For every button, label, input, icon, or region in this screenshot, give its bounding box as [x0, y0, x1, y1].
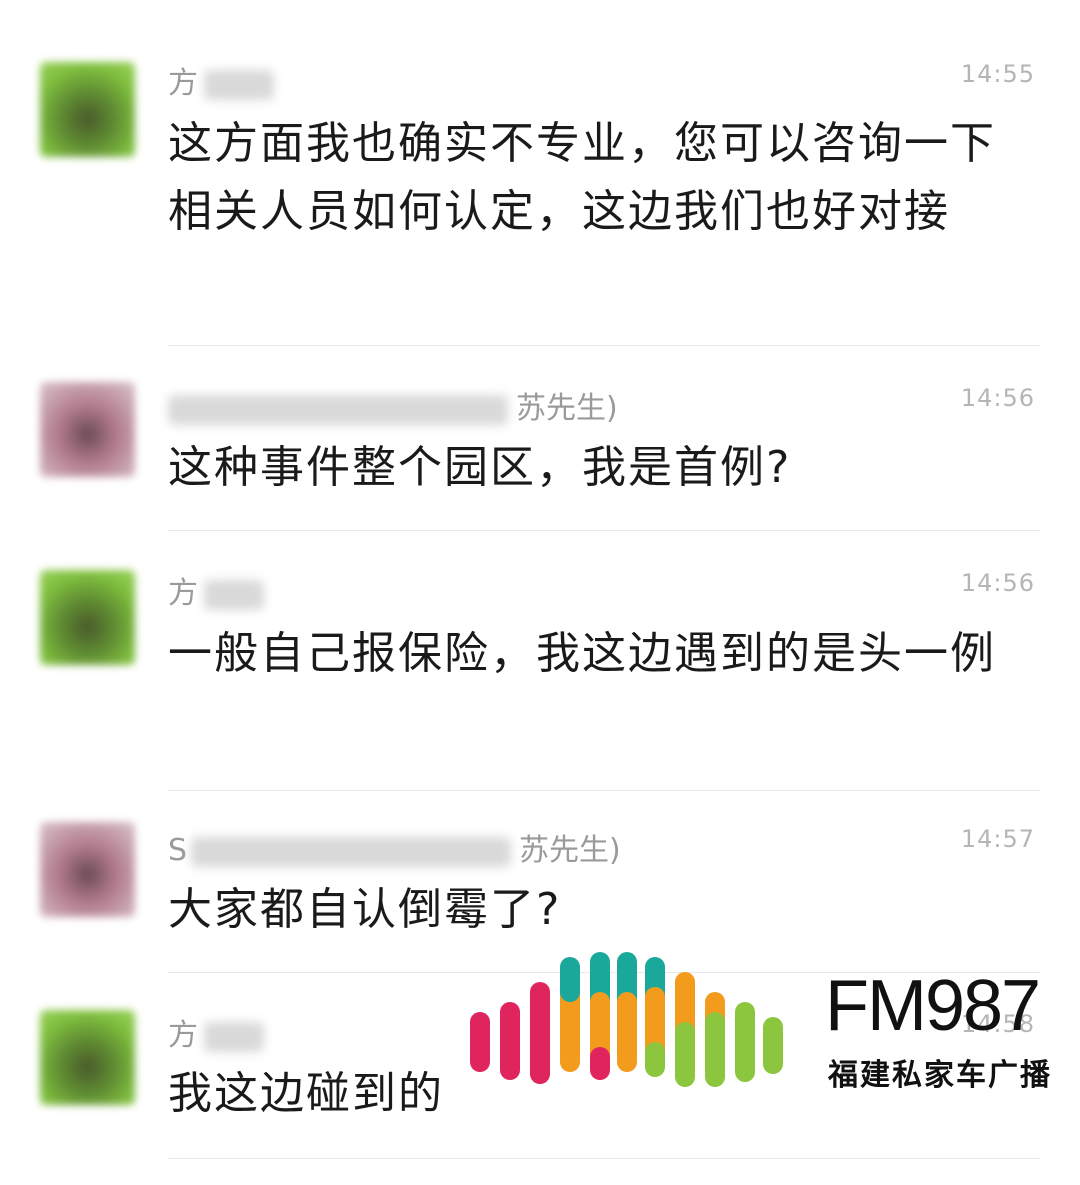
divider [168, 790, 1040, 791]
divider [168, 345, 1040, 346]
sender-name-text: 方 [168, 576, 198, 611]
sender-name: 方 [168, 58, 282, 102]
message-time: 14:57 [960, 825, 1035, 853]
sender-name: 方 [168, 1010, 272, 1054]
avatar[interactable] [40, 822, 135, 917]
sender-name: S 苏先生) [168, 825, 621, 869]
divider [168, 530, 1040, 531]
avatar[interactable] [40, 382, 135, 477]
sender-name-text: 方 [168, 66, 198, 101]
message-time: 14:56 [960, 569, 1035, 597]
message-text: 这种事件整个园区，我是首例? [168, 442, 792, 493]
redacted-name [204, 1021, 264, 1052]
message-time: 14:56 [960, 384, 1035, 412]
redacted-name [168, 394, 508, 425]
message-text: 大家都自认倒霉了? [168, 884, 562, 935]
avatar[interactable] [40, 1010, 135, 1105]
message-time: 14:55 [960, 60, 1035, 88]
sender-name: 方 [168, 568, 272, 612]
sender-name-text: S [168, 833, 188, 868]
avatar[interactable] [40, 62, 135, 157]
redacted-name [191, 836, 512, 867]
redacted-name [204, 69, 274, 100]
logo-subtitle: 福建私家车广播 [828, 1058, 1052, 1093]
message-text: 这方面我也确实不专业，您可以咨询一下相关人员如何认定，这边我们也好对接 [168, 118, 996, 237]
redacted-name [204, 579, 264, 610]
logo-title: FM987 [825, 966, 1041, 1046]
sender-name-suffix: 苏先生) [519, 833, 621, 868]
divider [168, 1158, 1040, 1159]
message-text: 一般自己报保险，我这边遇到的是头一例 [168, 628, 996, 679]
avatar[interactable] [40, 570, 135, 665]
sender-name-text: 方 [168, 1018, 198, 1053]
sender-name-suffix: 苏先生) [516, 391, 618, 426]
sender-name: 苏先生) [168, 383, 618, 427]
